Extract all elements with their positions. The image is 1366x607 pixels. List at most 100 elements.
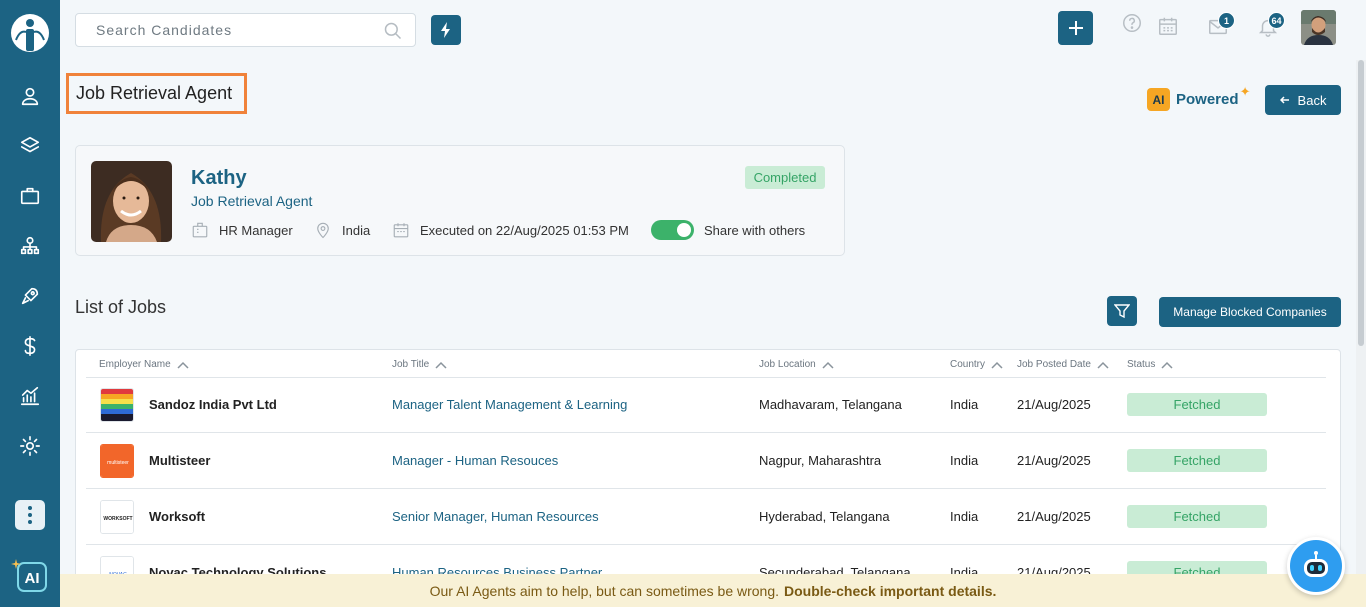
layers-icon: [20, 136, 40, 153]
sidebar-item-organization[interactable]: [15, 231, 45, 261]
briefcase-icon: [20, 187, 40, 205]
agent-avatar: [91, 161, 172, 242]
ai-assistant-icon[interactable]: AI: [10, 555, 50, 595]
agent-photo: [91, 161, 172, 242]
calendar-button[interactable]: [1157, 15, 1181, 39]
column-header-label: Job Location: [759, 359, 816, 370]
agent-executed: Executed on 22/Aug/2025 01:53 PM: [392, 221, 629, 239]
sort-up-icon: [177, 361, 189, 369]
job-location: Nagpur, Maharashtra: [759, 453, 882, 468]
agent-executed-label: Executed on 22/Aug/2025 01:53 PM: [420, 222, 629, 238]
sidebar-item-billing[interactable]: [15, 331, 45, 361]
table-row[interactable]: multisteer Multisteer Manager - Human Re…: [86, 433, 1326, 489]
job-posted-date: 21/Aug/2025: [1017, 509, 1091, 524]
agent-position: HR Manager: [191, 221, 293, 239]
ai-powered-badge: AI Powered ✦: [1147, 84, 1251, 111]
scrollbar-thumb[interactable]: [1358, 60, 1364, 346]
column-header-location[interactable]: Job Location: [759, 359, 834, 370]
agent-location: India: [314, 221, 370, 239]
more-menu-button[interactable]: [15, 500, 45, 530]
multisteer-logo: multisteer: [101, 445, 133, 477]
arrow-left-icon: [1279, 96, 1289, 104]
sort-up-icon: [435, 361, 447, 369]
ai-badge-icon: AI: [1147, 88, 1170, 111]
search-icon[interactable]: [383, 21, 403, 41]
multisteer-logo-text: multisteer: [107, 460, 129, 466]
column-header-label: Employer Name: [99, 359, 171, 370]
column-header-label: Country: [950, 359, 986, 370]
help-icon: [1123, 14, 1141, 32]
employer-logo: WORKSOFT: [100, 500, 134, 534]
sidebar-item-candidates[interactable]: [15, 81, 45, 111]
share-toggle-label: Share with others: [704, 222, 806, 238]
search-input[interactable]: [76, 14, 366, 46]
job-posted-date: 21/Aug/2025: [1017, 453, 1091, 468]
filter-button[interactable]: [1107, 296, 1137, 326]
quick-action-button[interactable]: [431, 15, 461, 45]
location-pin-icon: [317, 222, 329, 239]
user-avatar[interactable]: [1301, 10, 1336, 45]
sparkle-icon: ✦: [1239, 84, 1251, 99]
job-title-link[interactable]: Senior Manager, Human Resources: [392, 509, 599, 524]
add-button[interactable]: [1058, 11, 1093, 45]
employer-name: Multisteer: [149, 453, 211, 468]
plus-icon: [1068, 21, 1083, 35]
filter-icon: [1114, 304, 1130, 319]
sort-up-icon: [822, 361, 834, 369]
table-row[interactable]: WORKSOFT Worksoft Senior Manager, Human …: [86, 489, 1326, 545]
job-posted-date: 21/Aug/2025: [1017, 397, 1091, 412]
agent-card: Kathy Job Retrieval Agent Completed HR M…: [75, 145, 845, 256]
ai-powered-label: Powered: [1176, 91, 1239, 108]
app-logo[interactable]: [10, 10, 50, 56]
agent-location-label: India: [342, 222, 371, 238]
employer-logo: multisteer: [100, 444, 134, 478]
status-badge: Fetched: [1127, 505, 1267, 528]
column-header-job-title[interactable]: Job Title: [392, 359, 447, 370]
notifications-badge: 64: [1268, 12, 1285, 29]
worksoft-logo-text: WORKSOFT: [103, 516, 132, 522]
help-button[interactable]: [1121, 12, 1145, 36]
column-header-label: Status: [1127, 359, 1156, 370]
column-header-posted-date[interactable]: Job Posted Date: [1017, 359, 1109, 370]
agent-position-label: HR Manager: [219, 222, 293, 238]
sidebar-item-layers[interactable]: [15, 131, 45, 161]
back-button[interactable]: Back: [1265, 85, 1341, 115]
job-country: India: [950, 453, 979, 468]
user-photo: [1301, 10, 1336, 45]
employer-name: Worksoft: [149, 509, 206, 524]
job-title-link[interactable]: Manager - Human Resouces: [392, 453, 558, 468]
chatbot-button[interactable]: [1287, 537, 1345, 595]
share-toggle[interactable]: [651, 220, 694, 240]
column-header-country[interactable]: Country: [950, 359, 1003, 370]
sidebar-item-settings[interactable]: [15, 431, 45, 461]
calendar-icon: [393, 223, 409, 238]
column-header-employer[interactable]: Employer Name: [99, 359, 189, 370]
sidebar-item-analytics[interactable]: [15, 381, 45, 411]
column-header-status[interactable]: Status: [1127, 359, 1173, 370]
messages-button[interactable]: 1: [1207, 12, 1235, 40]
rocket-icon: [21, 287, 39, 305]
user-icon: [21, 87, 39, 106]
ai-disclaimer-banner: Our AI Agents aim to help, but can somet…: [60, 574, 1366, 607]
share-toggle-group: Share with others: [651, 220, 805, 240]
dot-icon: [28, 520, 32, 524]
column-header-label: Job Posted Date: [1017, 359, 1091, 370]
agent-name: Kathy: [191, 167, 247, 189]
notifications-button[interactable]: 64: [1257, 12, 1285, 40]
sort-up-icon: [991, 361, 1003, 369]
job-location: Madhavaram, Telangana: [759, 397, 902, 412]
manage-blocked-companies-button[interactable]: Manage Blocked Companies: [1159, 297, 1341, 327]
sidebar-item-launch[interactable]: [15, 281, 45, 311]
jobs-table: Employer Name Job Title Job Location Cou…: [75, 349, 1341, 607]
table-row[interactable]: Sandoz India Pvt Ltd Manager Talent Mana…: [86, 377, 1326, 433]
employer-name: Sandoz India Pvt Ltd: [149, 397, 277, 412]
agent-role: Job Retrieval Agent: [191, 193, 313, 209]
status-badge: Fetched: [1127, 449, 1267, 472]
disclaimer-text: Our AI Agents aim to help, but can somet…: [429, 582, 780, 599]
calendar-icon: [1159, 17, 1177, 35]
mail-badge: 1: [1218, 12, 1235, 29]
page-scrollbar[interactable]: [1356, 60, 1366, 607]
sidebar-item-jobs[interactable]: [15, 181, 45, 211]
job-title-link[interactable]: Manager Talent Management & Learning: [392, 397, 627, 412]
disclaimer-emphasis: Double-check important details.: [784, 582, 997, 599]
